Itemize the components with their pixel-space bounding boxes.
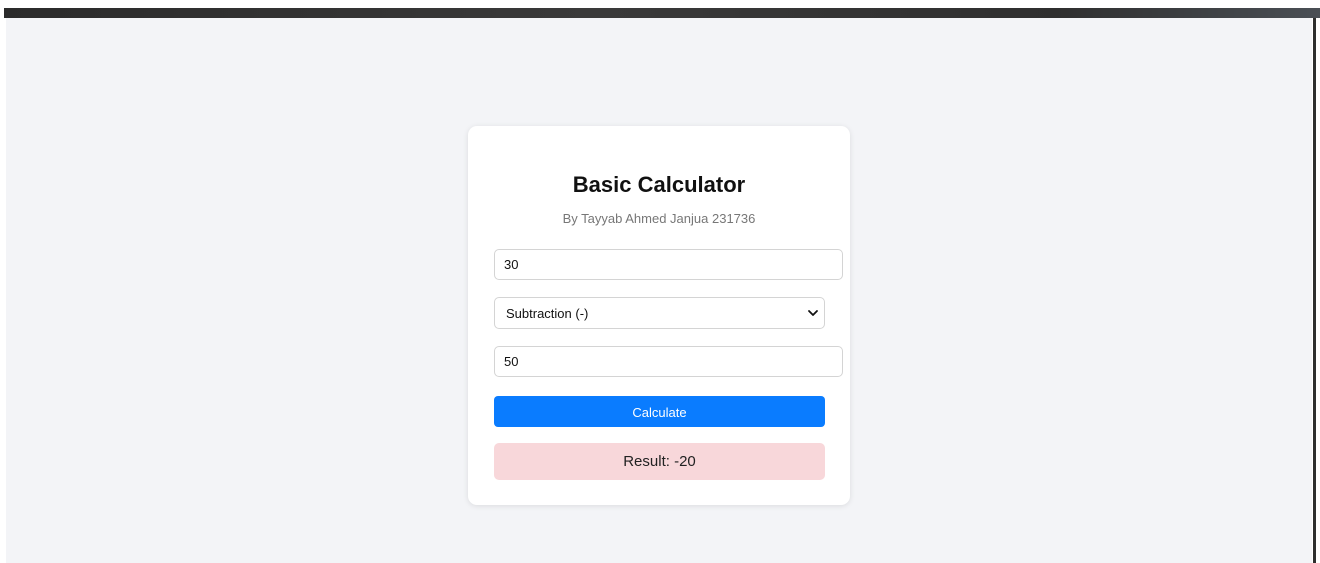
window-title-strip xyxy=(4,8,1320,18)
screen: Basic Calculator By Tayyab Ahmed Janjua … xyxy=(0,0,1320,563)
operation-selected-value: Subtraction (-) xyxy=(506,306,589,321)
window-top-edge xyxy=(0,0,1320,18)
chevron-down-icon xyxy=(808,310,818,316)
calculate-button[interactable]: Calculate xyxy=(494,396,825,427)
window-right-edge xyxy=(1313,18,1316,563)
result-display: Result: -20 xyxy=(494,443,825,480)
page-viewport: Basic Calculator By Tayyab Ahmed Janjua … xyxy=(6,18,1312,563)
first-number-input[interactable] xyxy=(494,249,843,280)
second-number-input[interactable] xyxy=(494,346,843,377)
calculator-card: Basic Calculator By Tayyab Ahmed Janjua … xyxy=(468,126,850,505)
author-subtitle: By Tayyab Ahmed Janjua 231736 xyxy=(562,211,756,226)
operation-select[interactable]: Subtraction (-) xyxy=(494,297,825,329)
page-title: Basic Calculator xyxy=(572,172,746,197)
